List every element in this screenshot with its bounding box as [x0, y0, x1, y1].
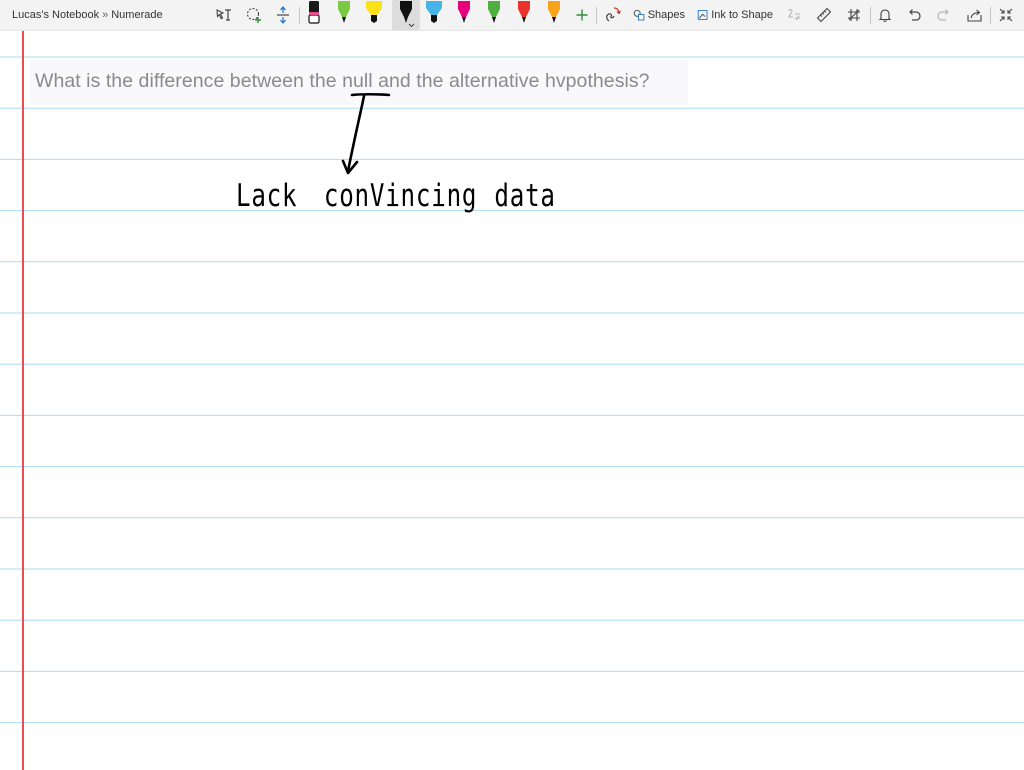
- notifications-button[interactable]: [874, 2, 896, 28]
- onenote-app: Lucas's Notebook» Numerade Shapes Ink to…: [0, 0, 1024, 770]
- toolbar-divider: [990, 7, 991, 24]
- ink-replay-icon: [606, 7, 621, 22]
- redo-icon: [937, 9, 949, 21]
- pen-pen-green-2-button[interactable]: [482, 0, 506, 30]
- redo-button[interactable]: [933, 2, 955, 28]
- handwritten-word: conVincing: [323, 178, 478, 214]
- pen-icon: [400, 1, 415, 28]
- lasso-select-button[interactable]: [243, 2, 265, 28]
- ink-arrow-bar: [350, 92, 391, 97]
- lasso-type-select-button[interactable]: [213, 2, 235, 28]
- ruler-button[interactable]: [813, 2, 835, 28]
- toolbar-divider: [596, 7, 597, 24]
- undo-icon: [909, 9, 921, 21]
- fullscreen-button[interactable]: [995, 2, 1017, 28]
- share-button[interactable]: [963, 2, 985, 28]
- pen-highlighter-yellow-button[interactable]: [362, 0, 386, 30]
- plus-icon: [576, 9, 588, 21]
- highlighter-icon: [426, 1, 442, 23]
- ink-to-math-button[interactable]: [783, 2, 805, 28]
- pen-pen-orange-button[interactable]: [542, 0, 566, 30]
- notebook-page[interactable]: What is the difference between the null …: [0, 31, 1024, 770]
- draw-toolbar: Lucas's Notebook» Numerade Shapes Ink to…: [0, 0, 1024, 31]
- shapes-icon: [633, 9, 645, 21]
- pen-icon: [488, 1, 500, 23]
- pen-pen-green-button[interactable]: [332, 0, 356, 30]
- pen-pen-magenta-button[interactable]: [452, 0, 476, 30]
- add-space-icon: [277, 6, 289, 24]
- pen-icon: [458, 1, 470, 23]
- breadcrumb-section[interactable]: Numerade: [111, 9, 162, 21]
- highlighter-icon: [366, 1, 382, 23]
- toolbar-divider: [870, 7, 871, 24]
- lasso-add-icon: [246, 7, 261, 23]
- fullscreen-icon: [999, 8, 1013, 22]
- shapes-button[interactable]: Shapes: [633, 2, 685, 28]
- pen-eraser-button[interactable]: [302, 0, 326, 30]
- handwritten-note[interactable]: Lack conVincing data: [236, 178, 556, 214]
- add-space-button[interactable]: [272, 2, 294, 28]
- ink-to-shape-label: Ink to Shape: [711, 9, 773, 21]
- bell-icon: [878, 9, 892, 22]
- ink-replay-button[interactable]: [601, 2, 623, 28]
- share-icon: [966, 9, 982, 22]
- pen-pen-black-button[interactable]: [392, 0, 420, 30]
- add-pen-button[interactable]: [572, 2, 592, 28]
- toolbar-divider: [299, 7, 300, 24]
- ruler-icon: [816, 7, 832, 23]
- ink-drawing[interactable]: [0, 31, 1024, 770]
- ink-to-shape-icon: [697, 10, 708, 20]
- pen-icon: [548, 1, 560, 23]
- pen-pen-red-button[interactable]: [512, 0, 536, 30]
- pen-icon: [518, 1, 530, 23]
- handwritten-word: Lack: [236, 178, 298, 214]
- breadcrumb-separator: »: [102, 9, 109, 21]
- pen-highlighter-blue-button[interactable]: [422, 0, 446, 30]
- eraser-icon: [308, 1, 320, 24]
- ink-to-math-icon: [788, 8, 800, 21]
- handwritten-word: data: [494, 178, 556, 214]
- breadcrumb-notebook[interactable]: Lucas's Notebook: [12, 9, 99, 21]
- ink-arrow-shaft: [346, 94, 366, 173]
- drawing-settings-button[interactable]: [843, 2, 865, 28]
- ink-to-shape-button[interactable]: Ink to Shape: [697, 2, 773, 28]
- settings-grid-icon: [848, 9, 860, 21]
- breadcrumb[interactable]: Lucas's Notebook» Numerade: [12, 9, 163, 21]
- lasso-text-icon: [216, 9, 231, 21]
- undo-button[interactable]: [903, 2, 925, 28]
- shapes-label: Shapes: [647, 9, 685, 21]
- pen-icon: [338, 1, 350, 23]
- ink-arrow[interactable]: [341, 92, 391, 175]
